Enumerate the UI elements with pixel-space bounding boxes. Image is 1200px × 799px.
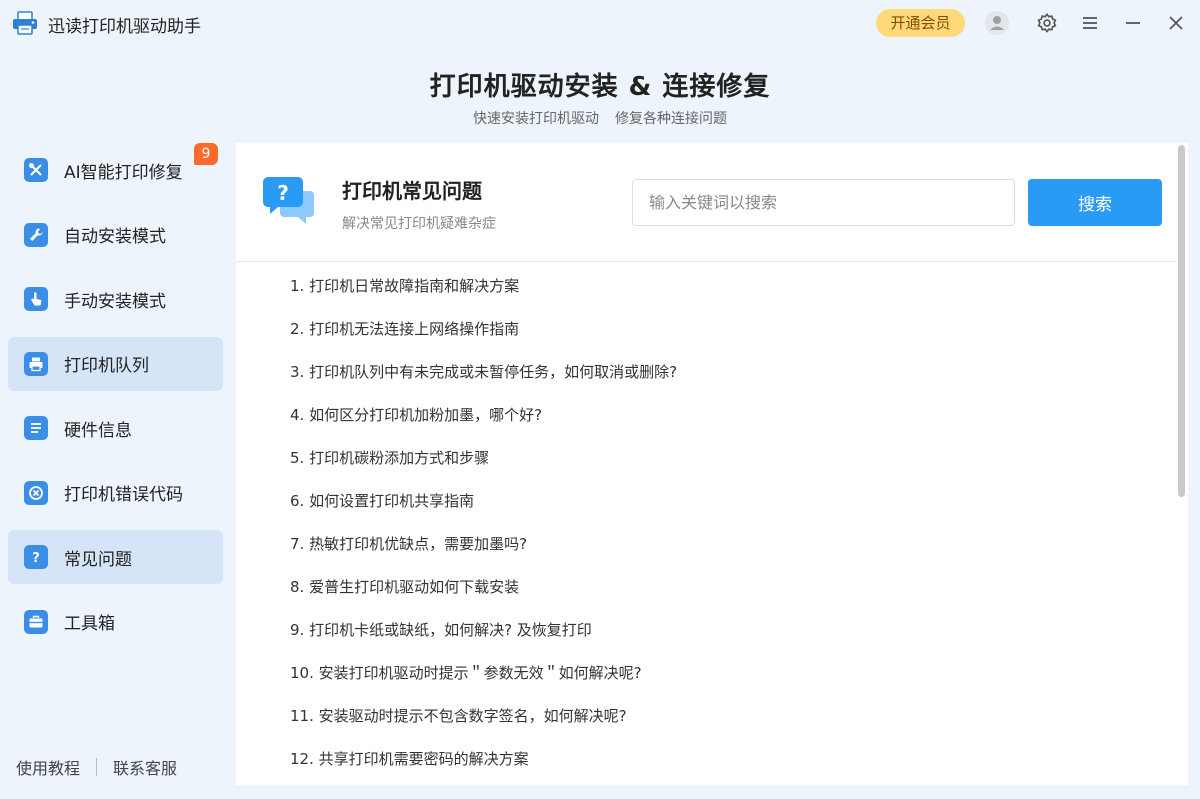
close-icon[interactable] — [1162, 9, 1190, 37]
list-icon — [24, 416, 48, 440]
sidebar-item-label: 硬件信息 — [64, 420, 132, 441]
faq-panel: ? 打印机常见问题 解决常见打印机疑难杂症 搜索 1. 打印机日常故障指南和解决… — [236, 143, 1188, 785]
svg-text:?: ? — [277, 181, 289, 205]
toolbox-icon — [24, 609, 48, 634]
panel-divider — [236, 261, 1176, 262]
title-bar: 迅读打印机驱动助手 开通会员 — [0, 0, 1200, 46]
faq-item[interactable]: 9. 打印机卡纸或缺纸，如何解决? 及恢复打印 — [290, 617, 677, 660]
page-subtitle: 快速安装打印机驱动 修复各种连接问题 — [0, 108, 1200, 128]
wrench-icon — [24, 222, 48, 247]
faq-chat-bubble-icon: ? — [263, 177, 314, 224]
user-avatar-icon[interactable] — [983, 9, 1011, 37]
menu-icon[interactable] — [1076, 9, 1104, 37]
printer-logo-icon — [13, 11, 37, 35]
footer-divider — [96, 758, 98, 776]
sidebar-item-label: 手动安装模式 — [64, 291, 166, 312]
tutorial-link[interactable]: 使用教程 — [16, 755, 80, 779]
search-input[interactable] — [632, 179, 1015, 226]
faq-item[interactable]: 7. 热敏打印机优缺点，需要加墨吗? — [290, 531, 677, 574]
wrench-screwdriver-icon — [24, 158, 48, 182]
scrollbar-track[interactable] — [1176, 143, 1188, 785]
hand-pointer-icon — [24, 287, 48, 311]
svg-text:?: ? — [32, 551, 40, 565]
sidebar-item-label: 自动安装模式 — [64, 227, 166, 247]
faq-item[interactable]: 6. 如何设置打印机共享指南 — [290, 488, 677, 531]
sidebar-item-faq[interactable]: ? 常见问题 — [8, 530, 223, 584]
subtitle-repair: 修复各种连接问题 — [615, 111, 727, 127]
faq-item[interactable]: 5. 打印机碳粉添加方式和步骤 — [290, 445, 677, 488]
search-button[interactable]: 搜索 — [1028, 179, 1162, 226]
faq-item[interactable]: 3. 打印机队列中有未完成或未暂停任务，如何取消或删除? — [290, 359, 677, 402]
faq-item[interactable]: 10. 安装打印机驱动时提示＂参数无效＂如何解决呢? — [290, 660, 677, 703]
vip-button[interactable]: 开通会员 — [876, 9, 965, 37]
sidebar-item-label: AI智能打印修复 — [64, 162, 183, 183]
sidebar-footer: 使用教程 联系客服 — [16, 755, 177, 779]
sidebar-item-hardware-info[interactable]: 硬件信息 — [8, 401, 223, 455]
app-title: 迅读打印机驱动助手 — [48, 17, 201, 37]
faq-item[interactable]: 11. 安装驱动时提示不包含数字签名，如何解决呢? — [290, 703, 677, 746]
support-link[interactable]: 联系客服 — [113, 755, 177, 779]
scrollbar-thumb[interactable] — [1178, 145, 1185, 497]
sidebar-item-toolbox[interactable]: 工具箱 — [8, 595, 223, 649]
sidebar: AI智能打印修复 9 自动安装模式 手动安装模式 打印机队列 硬件信息 打印机错… — [8, 143, 223, 659]
faq-list: 1. 打印机日常故障指南和解决方案 2. 打印机无法连接上网络操作指南 3. 打… — [290, 273, 677, 785]
subtitle-install: 快速安装打印机驱动 — [473, 111, 599, 127]
faq-item[interactable]: 12. 共享打印机需要密码的解决方案 — [290, 746, 677, 785]
notification-badge: 9 — [194, 143, 218, 165]
faq-item[interactable]: 8. 爱普生打印机驱动如何下载安装 — [290, 574, 677, 617]
sidebar-item-label: 打印机错误代码 — [64, 485, 183, 505]
error-x-icon — [24, 480, 48, 505]
settings-gear-icon[interactable] — [1033, 9, 1061, 37]
sidebar-item-label: 工具箱 — [64, 614, 115, 634]
sidebar-item-printer-queue[interactable]: 打印机队列 — [8, 336, 223, 391]
sidebar-item-ai-repair[interactable]: AI智能打印修复 9 — [8, 143, 223, 197]
panel-title: 打印机常见问题 — [342, 179, 482, 203]
sidebar-item-error-codes[interactable]: 打印机错误代码 — [8, 466, 223, 520]
sidebar-item-manual-install[interactable]: 手动安装模式 — [8, 272, 223, 326]
sidebar-item-label: 常见问题 — [64, 549, 132, 570]
printer-icon — [24, 351, 48, 376]
sidebar-item-label: 打印机队列 — [64, 356, 149, 376]
sidebar-item-auto-install[interactable]: 自动安装模式 — [8, 208, 223, 262]
faq-item[interactable]: 2. 打印机无法连接上网络操作指南 — [290, 316, 677, 359]
faq-item[interactable]: 4. 如何区分打印机加粉加墨，哪个好? — [290, 402, 677, 445]
page-title: 打印机驱动安装 & 连接修复 — [429, 72, 771, 102]
faq-item[interactable]: 1. 打印机日常故障指南和解决方案 — [290, 273, 677, 316]
minimize-icon[interactable] — [1119, 9, 1147, 37]
question-icon: ? — [24, 545, 48, 569]
panel-subtitle: 解决常见打印机疑难杂症 — [342, 216, 496, 232]
